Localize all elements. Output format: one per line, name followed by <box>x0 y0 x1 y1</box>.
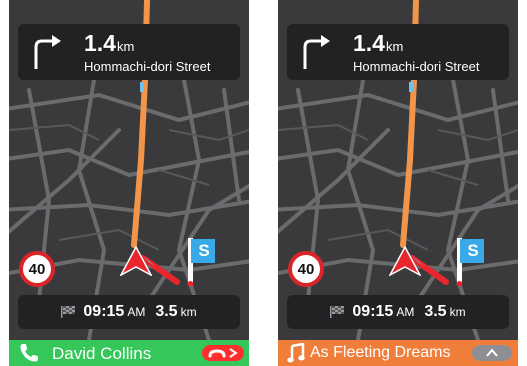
distance-value: 1.4 <box>84 30 116 56</box>
caller-name: David Collins <box>52 344 152 363</box>
song-title: As Fleeting Dreams <box>310 344 451 361</box>
remaining-distance: 3.5 <box>424 303 447 320</box>
call-bar[interactable]: David Collins <box>9 340 249 366</box>
speed-limit-sign: 40 <box>19 251 55 287</box>
distance-unit: km <box>385 39 404 54</box>
distance-unit: km <box>116 39 135 54</box>
chevron-up-icon <box>486 348 498 357</box>
nav-screen-call: 1.4km Hommachi-dori Street 40 S 09:15 AM… <box>9 0 249 366</box>
hang-up-icon <box>208 348 238 358</box>
music-note-icon <box>287 343 305 363</box>
eta-time: 09:15 <box>83 303 125 320</box>
eta-time: 09:15 <box>352 303 394 320</box>
distance-to-turn: 1.4km <box>84 30 134 57</box>
remaining-distance: 3.5 <box>155 303 178 320</box>
hang-up-button[interactable] <box>202 345 244 361</box>
checkered-flag-icon <box>330 306 345 318</box>
phone-icon <box>20 344 38 362</box>
street-name: Hommachi-dori Street <box>353 59 480 74</box>
checkered-flag-icon <box>61 306 76 318</box>
eta-card: 09:15 AM 3.5 km <box>287 295 509 329</box>
eta-ampm: AM <box>127 305 146 319</box>
speed-limit-sign: 40 <box>288 251 324 287</box>
distance-value: 1.4 <box>353 30 385 56</box>
now-playing-bar[interactable]: As Fleeting Dreams <box>278 340 518 366</box>
turn-right-arrow-icon <box>34 35 61 69</box>
destination-flag-label: S <box>198 241 210 260</box>
navigation-instruction-card: 1.4km Hommachi-dori Street <box>287 24 509 80</box>
nav-screen-music: 1.4km Hommachi-dori Street 40 S 09:15 AM… <box>278 0 518 366</box>
eta-card: 09:15 AM 3.5 km <box>18 295 240 329</box>
expand-player-button[interactable] <box>472 345 512 361</box>
turn-right-arrow-icon <box>303 35 330 69</box>
destination-flag-label: S <box>467 241 479 260</box>
vehicle-position-arrow-icon <box>389 246 421 276</box>
remaining-distance-unit: km <box>180 305 197 319</box>
remaining-distance-unit: km <box>449 305 466 319</box>
vehicle-position-arrow-icon <box>120 246 152 276</box>
street-name: Hommachi-dori Street <box>84 59 211 74</box>
navigation-instruction-card: 1.4km Hommachi-dori Street <box>18 24 240 80</box>
eta-ampm: AM <box>396 305 415 319</box>
distance-to-turn: 1.4km <box>353 30 403 57</box>
